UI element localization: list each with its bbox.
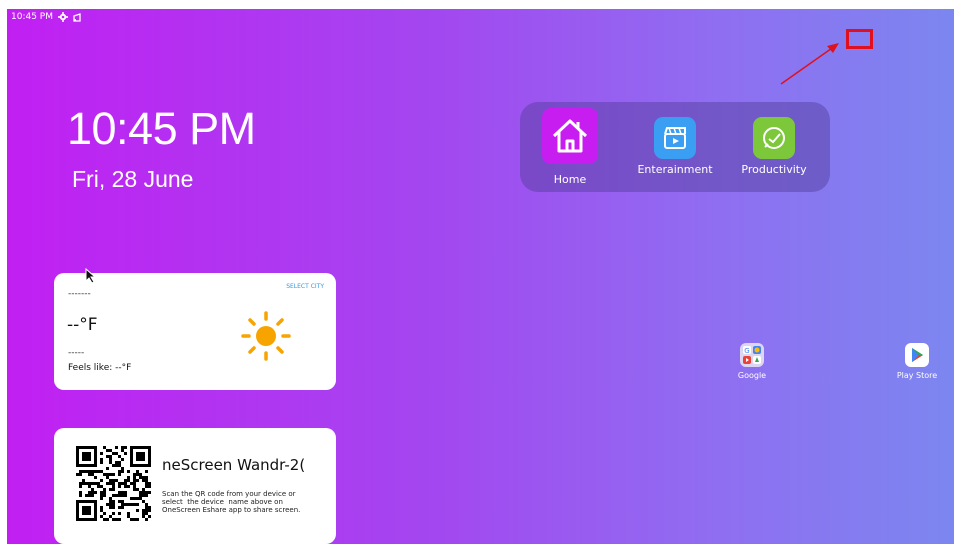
weather-temperature: --°F: [67, 315, 98, 335]
clock-date: Fri, 28 June: [72, 166, 194, 192]
weather-condition: -----: [68, 348, 85, 358]
desktop-app-label: Google: [737, 371, 767, 380]
dock-item-entertainment[interactable]: Enterainment: [630, 117, 720, 176]
weather-feels-like: Feels like: --°F: [68, 363, 132, 373]
desktop-app-play-store[interactable]: Play Store: [887, 343, 947, 380]
device-name: neScreen Wandr-2(: [162, 456, 306, 474]
share-instructions: Scan the QR code from your device or sel…: [162, 490, 301, 514]
play-store-icon: [905, 343, 929, 367]
screen-share-card[interactable]: neScreen Wandr-2( Scan the QR code from …: [54, 428, 336, 544]
productivity-icon: [753, 117, 795, 159]
cast-icon: [73, 12, 82, 22]
clock-time: 10:45 PM: [67, 103, 256, 154]
desktop-app-label: Play Store: [896, 371, 938, 380]
svg-text:G: G: [744, 347, 749, 355]
clapperboard-icon: [654, 117, 696, 159]
mouse-cursor-icon: [85, 267, 97, 288]
dock-item-home[interactable]: Home: [525, 108, 615, 186]
status-bar: 10:45 PM: [7, 9, 82, 25]
dock-label-productivity: Productivity: [741, 163, 807, 176]
mode-dock: Home Enterainment Productivity: [520, 102, 830, 192]
dock-item-productivity[interactable]: Productivity: [729, 117, 819, 176]
annotation-highlight-box: [846, 29, 873, 49]
google-folder-icon: G: [740, 343, 764, 367]
android-home-screen: 10:45 PM 10:45 PM Fri, 28 June Home Ente…: [7, 9, 954, 544]
annotation-arrow: [777, 39, 843, 91]
select-city-link[interactable]: SELECT CITY: [286, 283, 324, 290]
gear-icon[interactable]: [58, 12, 68, 22]
status-time: 10:45 PM: [11, 12, 53, 22]
desktop-app-google[interactable]: G Google: [722, 343, 782, 380]
qr-code: [76, 446, 151, 521]
weather-location: -------: [68, 289, 91, 299]
home-icon: [542, 108, 598, 164]
dock-label-entertainment: Enterainment: [637, 163, 713, 176]
weather-widget[interactable]: SELECT CITY ------- --°F ----- Feels lik…: [54, 273, 336, 390]
sun-icon: [239, 309, 293, 367]
dock-label-home: Home: [553, 173, 587, 186]
